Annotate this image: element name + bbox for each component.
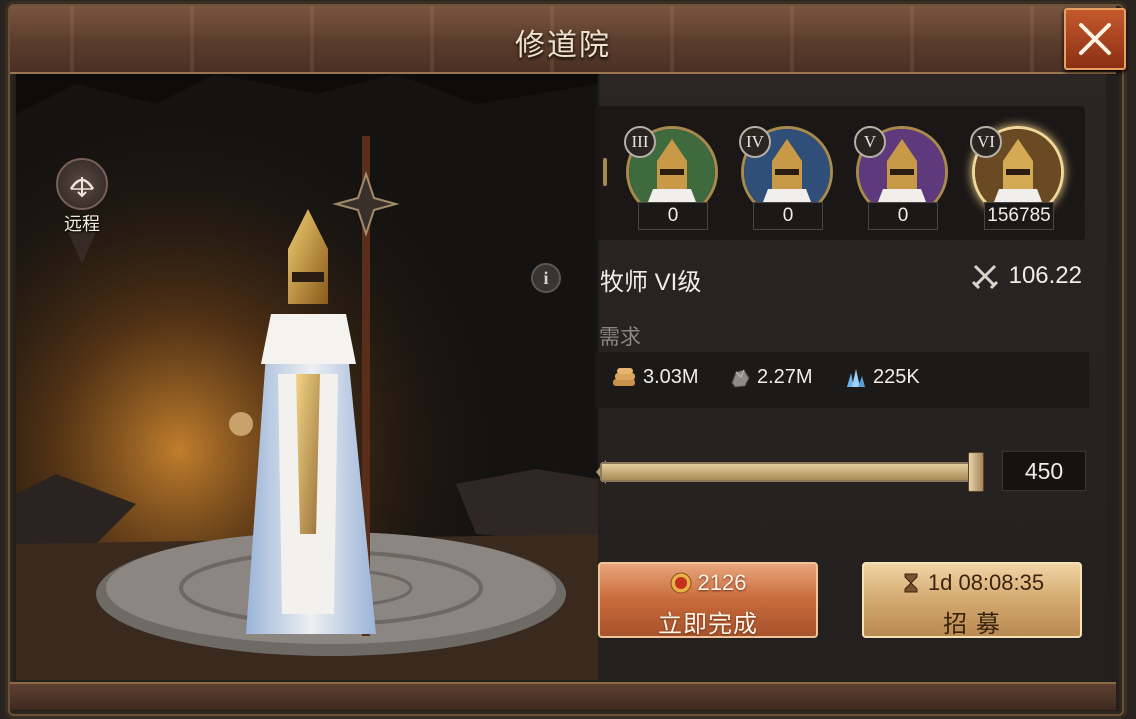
unit-type-badge[interactable]: 远程 [56,158,108,264]
recruit-label: 招 募 [943,611,1001,638]
gem-coin-icon [670,572,692,594]
ore-amount: 2.27M [757,366,813,388]
wood-resource: 3.03M [611,366,699,389]
power-value: 106.22 [1008,262,1082,289]
tier-numeral: V [854,126,886,158]
tier-numeral: IV [739,126,771,158]
hourglass-icon [904,573,918,593]
ore-icon [731,368,750,388]
tier-item-vi[interactable]: VI 156785 [970,126,1066,230]
unit-name: 牧师 VI级 [600,269,702,296]
tier-numeral: III [624,126,656,158]
quantity-input[interactable]: 450 [1002,451,1086,491]
recruit-time-value: 1d 08:08:35 [927,570,1045,595]
window-title: 修道院 [515,29,611,62]
slider-handle[interactable] [968,452,984,492]
tier-count: 0 [753,202,823,230]
tier-count: 0 [638,202,708,230]
tier-item-iii[interactable]: III 0 [624,126,720,230]
instant-complete-label: 立即完成 [658,611,758,638]
crystal-icon [847,368,865,387]
unit-type-label: 远程 [64,214,100,234]
title-bar: 修道院 [10,6,1116,74]
recruit-button[interactable]: 1d 08:08:35 招 募 [862,562,1082,638]
power-stat: 106.22 [971,262,1082,290]
bottom-border [10,682,1116,710]
requirements-row: 3.03M 2.27M 225K [595,352,1089,408]
instant-complete-button[interactable]: 2126 立即完成 [598,562,818,638]
crystal-resource: 225K [843,366,920,389]
slider-fill [602,464,982,480]
close-button[interactable] [1064,8,1126,70]
slider-track[interactable] [600,462,984,482]
tier-numeral: VI [970,126,1002,158]
crystal-amount: 225K [873,366,920,388]
wood-icon [613,367,635,386]
tier-item-v[interactable]: V 0 [854,126,950,230]
bow-icon [56,158,108,210]
tier-count: 0 [868,202,938,230]
requirements-label: 需求 [599,326,641,349]
instant-cost-value: 2126 [697,570,747,595]
recruit-time: 1d 08:08:35 [864,570,1080,596]
unit-scene: 远程 [16,74,598,680]
tier-item-iv[interactable]: IV 0 [739,126,835,230]
tier-count: 156785 [984,202,1054,230]
info-icon[interactable]: i [531,263,561,293]
crossed-swords-icon [971,264,998,290]
wood-amount: 3.03M [643,366,699,388]
close-icon [1079,23,1111,55]
scroll-left-indicator [603,158,607,186]
ore-resource: 2.27M [729,366,813,389]
quantity-slider[interactable] [596,452,996,492]
instant-cost: 2126 [600,570,816,596]
